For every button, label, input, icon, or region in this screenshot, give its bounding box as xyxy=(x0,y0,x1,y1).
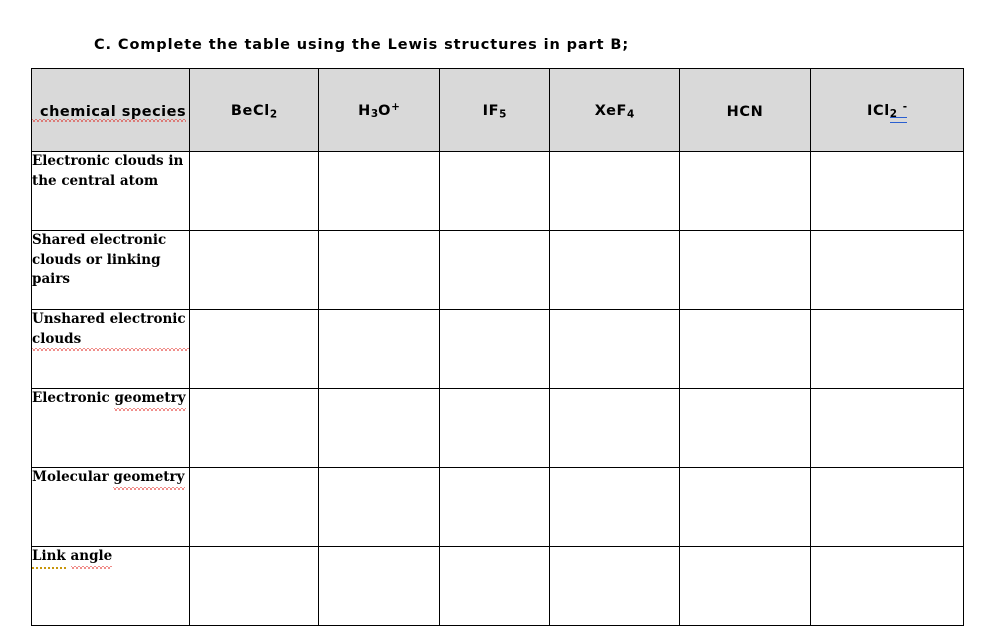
row-label-text-marked: geometry xyxy=(113,468,185,490)
formula-if5-sub: 5 xyxy=(499,108,507,121)
cell-electronic-geometry-xef4[interactable] xyxy=(549,388,680,468)
cell-unshared-clouds-xef4[interactable] xyxy=(549,309,680,389)
table-row-shared-electronic-clouds: Shared electronic clouds or linking pair… xyxy=(31,230,964,310)
cell-shared-clouds-if5[interactable] xyxy=(439,230,550,310)
document-page: C. Complete the table using the Lewis st… xyxy=(0,0,998,635)
cell-link-angle-xef4[interactable] xyxy=(549,546,680,626)
formula-hcn: HCN xyxy=(726,103,764,120)
cell-unshared-clouds-icl2[interactable] xyxy=(810,309,964,389)
formula-icl2-charge: - xyxy=(902,101,908,114)
formula-xef4-sub: 4 xyxy=(627,108,635,121)
cell-molecular-geometry-becl2[interactable] xyxy=(189,467,319,547)
table-row-link-angle: Link angle xyxy=(31,546,964,626)
cell-electronic-clouds-becl2[interactable] xyxy=(189,151,319,231)
formula-xef4-base: XeF xyxy=(594,103,628,120)
formula-hcn-base: HCN xyxy=(726,103,764,120)
formula-if5: IF5 xyxy=(483,104,507,120)
table-row-electronic-clouds-central-atom: Electronic clouds in the central atom xyxy=(31,151,964,231)
formula-becl2: BeCl2 xyxy=(231,104,277,120)
column-header-icl2-minus: ICl2 - xyxy=(810,68,964,152)
cell-electronic-clouds-h3o[interactable] xyxy=(318,151,440,231)
cell-electronic-clouds-if5[interactable] xyxy=(439,151,550,231)
cell-shared-clouds-h3o[interactable] xyxy=(318,230,440,310)
formula-h3o-base: H xyxy=(358,103,371,120)
cell-molecular-geometry-icl2[interactable] xyxy=(810,467,964,547)
column-header-chemical-species: chemical species xyxy=(31,68,190,152)
row-label-text-word1: Link xyxy=(32,547,66,569)
row-label-text-marked: geometry xyxy=(114,389,186,411)
table-header-row: chemical species BeCl2 H3O+ IF5 XeF4 HCN xyxy=(31,68,964,152)
cell-shared-clouds-xef4[interactable] xyxy=(549,230,680,310)
cell-link-angle-hcn[interactable] xyxy=(679,546,811,626)
formula-h3o: H3O+ xyxy=(358,102,400,120)
cell-unshared-clouds-h3o[interactable] xyxy=(318,309,440,389)
formula-icl2-grammar-marked: 2 - xyxy=(889,101,908,123)
formula-xef4: XeF4 xyxy=(595,104,635,120)
cell-electronic-geometry-h3o[interactable] xyxy=(318,388,440,468)
cell-electronic-geometry-becl2[interactable] xyxy=(189,388,319,468)
column-header-hcn: HCN xyxy=(679,68,811,152)
lewis-structures-table: chemical species BeCl2 H3O+ IF5 XeF4 HCN xyxy=(31,68,964,626)
row-label-electronic-clouds-central-atom: Electronic clouds in the central atom xyxy=(31,151,190,231)
cell-molecular-geometry-if5[interactable] xyxy=(439,467,550,547)
column-header-xef4: XeF4 xyxy=(549,68,680,152)
cell-molecular-geometry-h3o[interactable] xyxy=(318,467,440,547)
row-label-text: Shared electronic clouds or linking pair… xyxy=(32,232,167,288)
row-label-text-plain: Electronic xyxy=(32,390,115,406)
cell-unshared-clouds-becl2[interactable] xyxy=(189,309,319,389)
column-header-if5: IF5 xyxy=(439,68,550,152)
cell-electronic-geometry-hcn[interactable] xyxy=(679,388,811,468)
cell-unshared-clouds-if5[interactable] xyxy=(439,309,550,389)
cell-electronic-clouds-xef4[interactable] xyxy=(549,151,680,231)
table-row-electronic-geometry: Electronic geometry xyxy=(31,388,964,468)
cell-molecular-geometry-hcn[interactable] xyxy=(679,467,811,547)
row-label-shared-electronic-clouds: Shared electronic clouds or linking pair… xyxy=(31,230,190,310)
row-label-text-plain: Molecular xyxy=(32,469,114,485)
table-row-molecular-geometry: Molecular geometry xyxy=(31,467,964,547)
page-title: C. Complete the table using the Lewis st… xyxy=(94,37,630,53)
row-label-electronic-geometry: Electronic geometry xyxy=(31,388,190,468)
row-label-text-word2: angle xyxy=(70,547,112,569)
column-header-h3o: H3O+ xyxy=(318,68,440,152)
cell-electronic-clouds-icl2[interactable] xyxy=(810,151,964,231)
cell-shared-clouds-becl2[interactable] xyxy=(189,230,319,310)
cell-molecular-geometry-xef4[interactable] xyxy=(549,467,680,547)
cell-link-angle-icl2[interactable] xyxy=(810,546,964,626)
formula-if5-base: IF xyxy=(482,103,500,120)
cell-electronic-clouds-hcn[interactable] xyxy=(679,151,811,231)
cell-shared-clouds-hcn[interactable] xyxy=(679,230,811,310)
cell-shared-clouds-icl2[interactable] xyxy=(810,230,964,310)
formula-h3o-tail: O xyxy=(378,103,392,120)
row-label-link-angle: Link angle xyxy=(31,546,190,626)
formula-icl2-base: ICl xyxy=(866,103,890,120)
row-label-text: Electronic clouds in the central atom xyxy=(32,153,184,189)
cell-link-angle-h3o[interactable] xyxy=(318,546,440,626)
row-label-molecular-geometry: Molecular geometry xyxy=(31,467,190,547)
cell-electronic-geometry-if5[interactable] xyxy=(439,388,550,468)
formula-h3o-charge: + xyxy=(391,101,400,114)
formula-becl2-sub: 2 xyxy=(269,108,278,121)
column-header-becl2: BeCl2 xyxy=(189,68,319,152)
formula-becl2-base: BeCl xyxy=(230,103,270,120)
column-header-chemical-species-label: chemical species xyxy=(32,104,187,122)
formula-icl2-sub: 2 xyxy=(889,108,898,121)
formula-icl2-minus: ICl2 - xyxy=(866,101,908,123)
cell-unshared-clouds-hcn[interactable] xyxy=(679,309,811,389)
cell-link-angle-if5[interactable] xyxy=(439,546,550,626)
cell-link-angle-becl2[interactable] xyxy=(189,546,319,626)
row-label-unshared-electronic-clouds: Unshared electronic clouds xyxy=(31,309,190,389)
row-label-text: Unshared electronic clouds xyxy=(32,310,189,352)
cell-electronic-geometry-icl2[interactable] xyxy=(810,388,964,468)
table-row-unshared-electronic-clouds: Unshared electronic clouds xyxy=(31,309,964,389)
